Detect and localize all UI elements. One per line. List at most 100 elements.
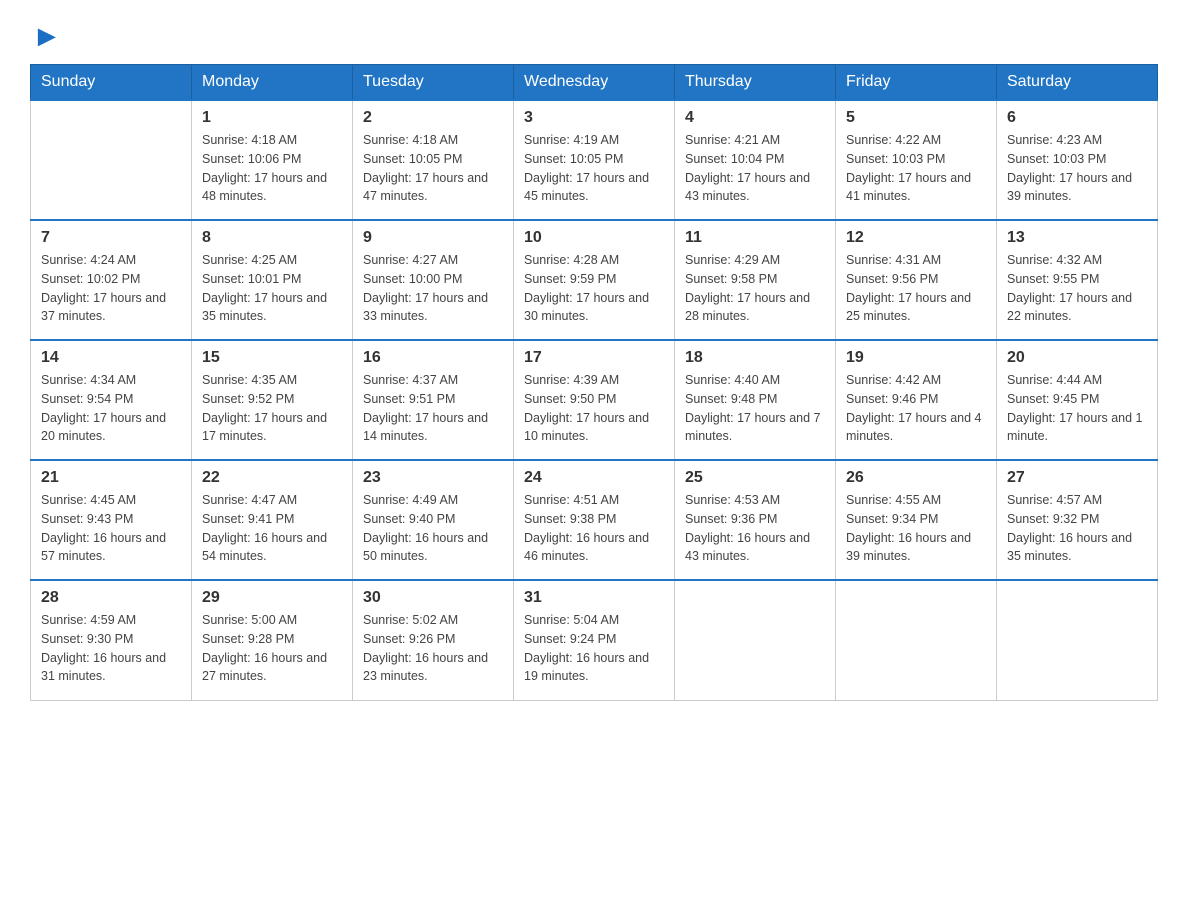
day-number: 30 bbox=[363, 589, 503, 607]
day-number: 24 bbox=[524, 469, 664, 487]
day-number: 23 bbox=[363, 469, 503, 487]
calendar-week-row: 28 Sunrise: 4:59 AMSunset: 9:30 PMDayligh… bbox=[31, 580, 1158, 700]
day-info: Sunrise: 4:47 AMSunset: 9:41 PMDaylight:… bbox=[202, 491, 342, 566]
day-info: Sunrise: 4:28 AMSunset: 9:59 PMDaylight:… bbox=[524, 251, 664, 326]
calendar-cell: 12 Sunrise: 4:31 AMSunset: 9:56 PMDayligh… bbox=[836, 220, 997, 340]
calendar-cell: 6 Sunrise: 4:23 AMSunset: 10:03 PMDayligh… bbox=[997, 100, 1158, 220]
day-number: 16 bbox=[363, 349, 503, 367]
calendar-cell: 16 Sunrise: 4:37 AMSunset: 9:51 PMDayligh… bbox=[353, 340, 514, 460]
day-info: Sunrise: 4:42 AMSunset: 9:46 PMDaylight:… bbox=[846, 371, 986, 446]
calendar-cell bbox=[836, 580, 997, 700]
day-number: 19 bbox=[846, 349, 986, 367]
day-info: Sunrise: 5:02 AMSunset: 9:26 PMDaylight:… bbox=[363, 611, 503, 686]
calendar-cell: 9Sunrise: 4:27 AMSunset: 10:00 PMDayligh… bbox=[353, 220, 514, 340]
day-info: Sunrise: 4:37 AMSunset: 9:51 PMDaylight:… bbox=[363, 371, 503, 446]
calendar-cell: 21Sunrise: 4:45 AMSunset: 9:43 PMDayligh… bbox=[31, 460, 192, 580]
page-header: ► bbox=[30, 20, 1158, 54]
day-number: 17 bbox=[524, 349, 664, 367]
logo-arrow-icon: ► bbox=[32, 20, 62, 54]
day-number: 25 bbox=[685, 469, 825, 487]
day-number: 11 bbox=[685, 229, 825, 247]
day-info: Sunrise: 4:27 AMSunset: 10:00 PMDaylight… bbox=[363, 251, 503, 326]
day-number: 27 bbox=[1007, 469, 1147, 487]
day-info: Sunrise: 4:31 AMSunset: 9:56 PMDaylight:… bbox=[846, 251, 986, 326]
calendar-cell: 29Sunrise: 5:00 AMSunset: 9:28 PMDayligh… bbox=[192, 580, 353, 700]
day-info: Sunrise: 4:18 AMSunset: 10:06 PMDaylight… bbox=[202, 131, 342, 206]
calendar-cell: 8 Sunrise: 4:25 AMSunset: 10:01 PMDayligh… bbox=[192, 220, 353, 340]
calendar-weekday-friday: Friday bbox=[836, 65, 997, 101]
calendar-cell: 4 Sunrise: 4:21 AMSunset: 10:04 PMDayligh… bbox=[675, 100, 836, 220]
calendar-cell: 15 Sunrise: 4:35 AMSunset: 9:52 PMDayligh… bbox=[192, 340, 353, 460]
calendar-cell bbox=[675, 580, 836, 700]
day-number: 1 bbox=[202, 109, 342, 127]
calendar-week-row: 14Sunrise: 4:34 AMSunset: 9:54 PMDayligh… bbox=[31, 340, 1158, 460]
day-info: Sunrise: 4:44 AMSunset: 9:45 PMDaylight:… bbox=[1007, 371, 1147, 446]
calendar-weekday-tuesday: Tuesday bbox=[353, 65, 514, 101]
day-number: 2 bbox=[363, 109, 503, 127]
day-info: Sunrise: 4:22 AMSunset: 10:03 PMDaylight… bbox=[846, 131, 986, 206]
day-number: 10 bbox=[524, 229, 664, 247]
calendar-header-row: SundayMondayTuesdayWednesdayThursdayFrid… bbox=[31, 65, 1158, 101]
day-info: Sunrise: 4:53 AMSunset: 9:36 PMDaylight:… bbox=[685, 491, 825, 566]
day-number: 22 bbox=[202, 469, 342, 487]
calendar-cell: 31 Sunrise: 5:04 AMSunset: 9:24 PMDayligh… bbox=[514, 580, 675, 700]
calendar-cell: 23Sunrise: 4:49 AMSunset: 9:40 PMDayligh… bbox=[353, 460, 514, 580]
calendar-cell: 2 Sunrise: 4:18 AMSunset: 10:05 PMDayligh… bbox=[353, 100, 514, 220]
day-info: Sunrise: 4:19 AMSunset: 10:05 PMDaylight… bbox=[524, 131, 664, 206]
day-number: 15 bbox=[202, 349, 342, 367]
calendar-cell: 13 Sunrise: 4:32 AMSunset: 9:55 PMDayligh… bbox=[997, 220, 1158, 340]
day-number: 26 bbox=[846, 469, 986, 487]
day-info: Sunrise: 4:18 AMSunset: 10:05 PMDaylight… bbox=[363, 131, 503, 206]
calendar-cell: 22 Sunrise: 4:47 AMSunset: 9:41 PMDayligh… bbox=[192, 460, 353, 580]
day-info: Sunrise: 4:51 AMSunset: 9:38 PMDaylight:… bbox=[524, 491, 664, 566]
calendar-weekday-thursday: Thursday bbox=[675, 65, 836, 101]
day-number: 29 bbox=[202, 589, 342, 607]
day-number: 7 bbox=[41, 229, 181, 247]
day-info: Sunrise: 4:55 AMSunset: 9:34 PMDaylight:… bbox=[846, 491, 986, 566]
calendar-weekday-sunday: Sunday bbox=[31, 65, 192, 101]
day-info: Sunrise: 4:34 AMSunset: 9:54 PMDaylight:… bbox=[41, 371, 181, 446]
calendar-cell: 25 Sunrise: 4:53 AMSunset: 9:36 PMDayligh… bbox=[675, 460, 836, 580]
day-number: 3 bbox=[524, 109, 664, 127]
day-info: Sunrise: 4:32 AMSunset: 9:55 PMDaylight:… bbox=[1007, 251, 1147, 326]
calendar-weekday-saturday: Saturday bbox=[997, 65, 1158, 101]
day-number: 20 bbox=[1007, 349, 1147, 367]
calendar-cell bbox=[31, 100, 192, 220]
calendar-week-row: 7Sunrise: 4:24 AMSunset: 10:02 PMDayligh… bbox=[31, 220, 1158, 340]
calendar-cell: 19 Sunrise: 4:42 AMSunset: 9:46 PMDayligh… bbox=[836, 340, 997, 460]
day-info: Sunrise: 4:45 AMSunset: 9:43 PMDaylight:… bbox=[41, 491, 181, 566]
calendar-cell: 1 Sunrise: 4:18 AMSunset: 10:06 PMDayligh… bbox=[192, 100, 353, 220]
calendar-week-row: 21Sunrise: 4:45 AMSunset: 9:43 PMDayligh… bbox=[31, 460, 1158, 580]
day-number: 12 bbox=[846, 229, 986, 247]
day-info: Sunrise: 4:23 AMSunset: 10:03 PMDaylight… bbox=[1007, 131, 1147, 206]
calendar-table: SundayMondayTuesdayWednesdayThursdayFrid… bbox=[30, 64, 1158, 701]
day-info: Sunrise: 4:59 AMSunset: 9:30 PMDaylight:… bbox=[41, 611, 181, 686]
calendar-cell: 11 Sunrise: 4:29 AMSunset: 9:58 PMDayligh… bbox=[675, 220, 836, 340]
day-number: 13 bbox=[1007, 229, 1147, 247]
day-number: 6 bbox=[1007, 109, 1147, 127]
calendar-cell: 3 Sunrise: 4:19 AMSunset: 10:05 PMDayligh… bbox=[514, 100, 675, 220]
day-info: Sunrise: 5:04 AMSunset: 9:24 PMDaylight:… bbox=[524, 611, 664, 686]
calendar-cell: 17 Sunrise: 4:39 AMSunset: 9:50 PMDayligh… bbox=[514, 340, 675, 460]
day-info: Sunrise: 4:21 AMSunset: 10:04 PMDaylight… bbox=[685, 131, 825, 206]
day-number: 5 bbox=[846, 109, 986, 127]
calendar-cell: 20 Sunrise: 4:44 AMSunset: 9:45 PMDayligh… bbox=[997, 340, 1158, 460]
calendar-cell: 5 Sunrise: 4:22 AMSunset: 10:03 PMDayligh… bbox=[836, 100, 997, 220]
calendar-cell: 30 Sunrise: 5:02 AMSunset: 9:26 PMDayligh… bbox=[353, 580, 514, 700]
calendar-cell: 10 Sunrise: 4:28 AMSunset: 9:59 PMDayligh… bbox=[514, 220, 675, 340]
day-info: Sunrise: 4:25 AMSunset: 10:01 PMDaylight… bbox=[202, 251, 342, 326]
day-info: Sunrise: 4:39 AMSunset: 9:50 PMDaylight:… bbox=[524, 371, 664, 446]
calendar-weekday-monday: Monday bbox=[192, 65, 353, 101]
day-number: 8 bbox=[202, 229, 342, 247]
day-info: Sunrise: 4:35 AMSunset: 9:52 PMDaylight:… bbox=[202, 371, 342, 446]
day-info: Sunrise: 4:29 AMSunset: 9:58 PMDaylight:… bbox=[685, 251, 825, 326]
calendar-cell: 18Sunrise: 4:40 AMSunset: 9:48 PMDayligh… bbox=[675, 340, 836, 460]
calendar-cell: 24 Sunrise: 4:51 AMSunset: 9:38 PMDayligh… bbox=[514, 460, 675, 580]
day-number: 28 bbox=[41, 589, 181, 607]
day-info: Sunrise: 4:57 AMSunset: 9:32 PMDaylight:… bbox=[1007, 491, 1147, 566]
day-number: 31 bbox=[524, 589, 664, 607]
calendar-cell bbox=[997, 580, 1158, 700]
day-number: 4 bbox=[685, 109, 825, 127]
calendar-cell: 26 Sunrise: 4:55 AMSunset: 9:34 PMDayligh… bbox=[836, 460, 997, 580]
calendar-cell: 28 Sunrise: 4:59 AMSunset: 9:30 PMDayligh… bbox=[31, 580, 192, 700]
